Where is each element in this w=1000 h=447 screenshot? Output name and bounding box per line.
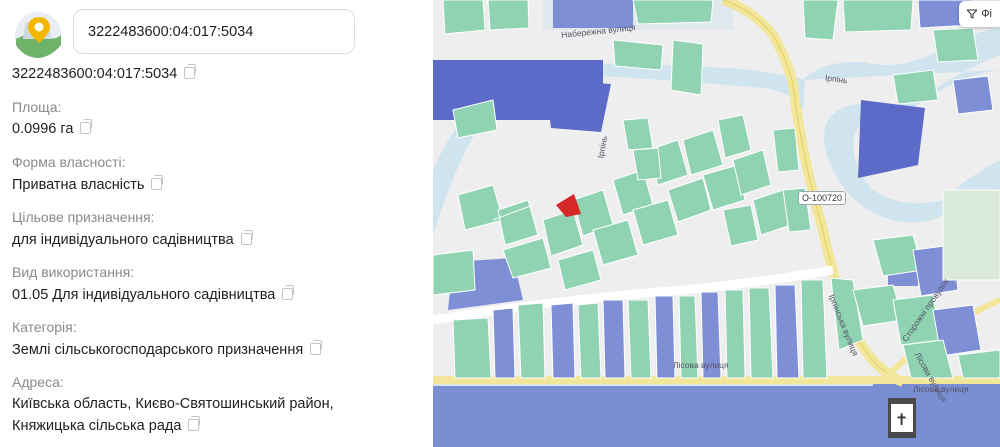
area-value: 0.0996 га xyxy=(12,119,93,137)
map-canvas[interactable]: ✝ xyxy=(433,0,1000,447)
purpose-value-text: для індивідуального садівництва xyxy=(12,232,234,248)
cadastral-number-text: 3222483600:04:017:5034 xyxy=(12,66,178,82)
ownership-value: Приватна власність xyxy=(12,175,164,193)
usage-value-text: 01.05 Для індивідуального садівництва xyxy=(12,287,276,303)
purpose-value: для індивідуального садівництва xyxy=(12,230,253,248)
category-label: Категорія: xyxy=(12,319,77,335)
copy-icon[interactable] xyxy=(310,340,323,355)
ownership-label: Форма власності: xyxy=(12,154,126,170)
street-label-south: Лісова вулиця xyxy=(673,360,729,370)
app-logo-icon[interactable] xyxy=(11,9,67,59)
search-input[interactable] xyxy=(73,9,355,54)
road-badge: О-100720 xyxy=(798,191,847,205)
usage-value: 01.05 Для індивідуального садівництва xyxy=(12,285,295,303)
filter-icon xyxy=(967,9,978,19)
area-value-text: 0.0996 га xyxy=(12,121,74,137)
purpose-label: Цільове призначення: xyxy=(12,209,155,225)
category-value: Землі сільськогосподарського призначення xyxy=(12,340,323,358)
svg-text:✝: ✝ xyxy=(895,410,908,429)
copy-icon[interactable] xyxy=(240,230,253,245)
copy-icon[interactable] xyxy=(282,285,295,300)
address-line-2-text: Княжицька сільська рада xyxy=(12,418,182,434)
copy-icon[interactable] xyxy=(184,64,197,79)
filter-button[interactable]: Фі xyxy=(959,1,1000,27)
address-line-2: Княжицька сільська рада xyxy=(12,416,201,434)
filter-label: Фі xyxy=(981,8,992,20)
cadastral-number: 3222483600:04:017:5034 xyxy=(12,64,197,82)
usage-label: Вид використання: xyxy=(12,264,135,280)
parcel-info-panel: 3222483600:04:017:5034 Площа: 0.0996 га … xyxy=(0,0,432,447)
address-line-1: Київська область, Києво-Святошинський ра… xyxy=(12,396,334,412)
category-value-text: Землі сільськогосподарського призначення xyxy=(12,342,304,358)
copy-icon[interactable] xyxy=(80,119,93,134)
ownership-value-text: Приватна власність xyxy=(12,177,145,193)
cadastral-map[interactable]: ✝ Фі О-100720 Набережна вулиця Ірпінь Ір… xyxy=(433,0,1000,447)
copy-icon[interactable] xyxy=(151,175,164,190)
area-label: Площа: xyxy=(12,99,62,115)
address-label: Адреса: xyxy=(12,374,64,390)
copy-icon[interactable] xyxy=(188,416,201,431)
